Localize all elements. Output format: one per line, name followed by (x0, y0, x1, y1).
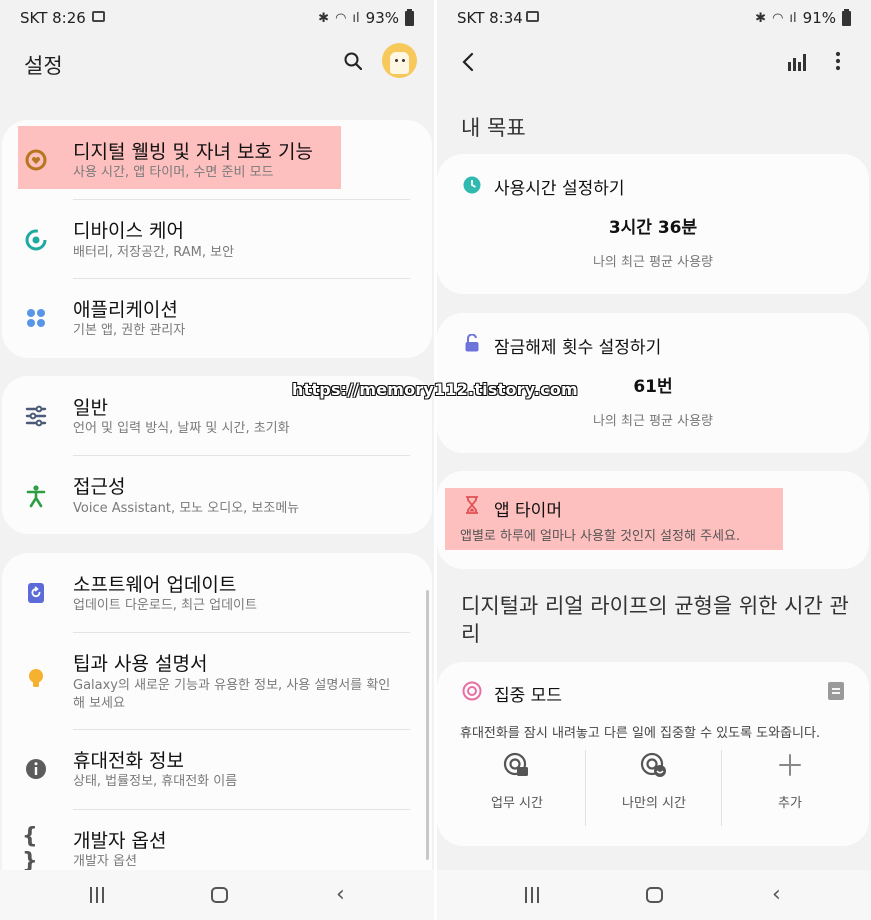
list-item-phone-info[interactable]: 휴대전화 정보 상태, 법률정보, 휴대전화 이름 (2, 729, 432, 809)
settings-group-1: 디지털 웰빙 및 자녀 보호 기능 사용 시간, 앱 타이머, 수면 준비 모드… (2, 120, 432, 358)
gallery-notification-icon (92, 11, 105, 22)
navigation-bar: ‹ (437, 870, 871, 920)
info-icon (22, 755, 50, 783)
back-arrow-icon[interactable] (461, 52, 475, 72)
unlocks-goal-label: 잠금해제 횟수 설정하기 (494, 338, 662, 358)
screen-time-value: 3시간 36분 (608, 218, 698, 238)
braces-icon: { } (22, 824, 38, 874)
focus-mode-card: 집중 모드 휴대전화를 잠시 내려놓고 다른 일에 집중할 수 있도록 도와줍니… (437, 662, 869, 846)
accessibility-icon (22, 482, 50, 510)
my-time-button[interactable]: 나만의 시간 (594, 750, 714, 811)
lightbulb-icon (22, 665, 50, 693)
digital-wellbeing-icon (22, 146, 50, 174)
carrier-time: SKT 8:34 (457, 9, 523, 27)
scrollbar[interactable] (426, 590, 429, 860)
settings-screen: SKT 8:26 ✱ ◠ ıl 93% 설정 디지털 웰빙 및 자녀 보호 기능… (0, 0, 434, 920)
app-timer-description: 앱별로 하루에 얼마나 사용할 것인지 설정해 주세요. (460, 529, 741, 544)
status-bar: SKT 8:34 ✱ ◠ ıl 91% (437, 0, 871, 36)
navigation-bar: ‹ (0, 870, 434, 920)
status-bar: SKT 8:26 ✱ ◠ ıl 93% (0, 0, 434, 36)
list-item-software-update[interactable]: 소프트웨어 업데이트 업데이트 다운로드, 최근 업데이트 (2, 553, 432, 633)
app-timer-label: 앱 타이머 (494, 501, 562, 521)
screen-time-goal-label: 사용시간 설정하기 (494, 179, 625, 199)
add-focus-mode-button[interactable]: 추가 (730, 750, 850, 811)
focus-mode-description: 휴대전화를 잠시 내려놓고 다른 일에 집중할 수 있도록 도와줍니다. (460, 726, 821, 741)
page-title: 설정 (24, 54, 63, 78)
app-timer-card[interactable]: 앱 타이머 앱별로 하루에 얼마나 사용할 것인지 설정해 주세요. (437, 471, 869, 569)
screen-time-goal-card[interactable]: 사용시간 설정하기 3시간 36분 나의 최근 평균 사용량 (437, 154, 869, 294)
bluetooth-icon: ✱ (755, 10, 767, 26)
search-icon[interactable] (344, 52, 362, 70)
home-button[interactable] (211, 887, 228, 903)
avatar[interactable] (382, 43, 417, 78)
hourglass-icon (466, 496, 478, 514)
back-button[interactable]: ‹ (336, 884, 345, 906)
signal-icon: ıl (352, 10, 360, 26)
unlock-icon (465, 334, 479, 352)
work-time-label: 업무 시간 (491, 796, 543, 811)
back-button[interactable]: ‹ (772, 884, 781, 906)
battery-percent: 93% (365, 9, 399, 27)
my-time-smile-icon (640, 752, 666, 777)
signal-icon: ıl (789, 10, 797, 26)
recent-apps-button[interactable] (525, 887, 541, 903)
list-item-accessibility[interactable]: 접근성 Voice Assistant, 모노 오디오, 보조메뉴 (2, 456, 432, 536)
focus-target-icon (462, 681, 482, 701)
battery-percent: 91% (802, 9, 836, 27)
section-title-my-goals: 내 목표 (461, 116, 526, 140)
settings-group-2: 일반 언어 및 입력 방식, 날짜 및 시간, 초기화 접근성 Voice As… (2, 376, 432, 534)
focus-list-icon[interactable] (827, 681, 845, 701)
apps-grid-icon (22, 304, 50, 332)
screen-time-caption: 나의 최근 평균 사용량 (592, 255, 714, 270)
list-item-digital-wellbeing[interactable]: 디지털 웰빙 및 자녀 보호 기능 사용 시간, 앱 타이머, 수면 준비 모드 (2, 120, 432, 200)
wifi-icon: ◠ (772, 10, 784, 26)
home-button[interactable] (646, 887, 663, 903)
my-time-label: 나만의 시간 (622, 796, 686, 811)
battery-icon (405, 8, 414, 26)
plus-icon (779, 754, 801, 776)
list-item-applications[interactable]: 애플리케이션 기본 앱, 권한 관리자 (2, 278, 432, 358)
add-label: 추가 (778, 796, 802, 811)
clock-icon (463, 176, 481, 194)
list-item-device-care[interactable]: 디바이스 케어 배터리, 저장공간, RAM, 보안 (2, 200, 432, 280)
carrier-time: SKT 8:26 (20, 9, 86, 27)
battery-icon (842, 8, 851, 26)
wifi-icon: ◠ (335, 10, 347, 26)
bluetooth-icon: ✱ (318, 10, 330, 26)
gallery-notification-icon (526, 11, 539, 22)
recent-apps-button[interactable] (90, 887, 106, 903)
software-update-icon (22, 579, 50, 607)
section-title-balance: 디지털과 리얼 라이프의 균형을 위한 시간 관리 (461, 594, 849, 646)
list-item-tips[interactable]: 팁과 사용 설명서 Galaxy의 새로운 기능과 유용한 정보, 사용 설명서… (2, 633, 432, 731)
work-time-button[interactable]: 업무 시간 (457, 750, 577, 811)
bar-chart-icon[interactable] (787, 52, 807, 72)
focus-mode-label: 집중 모드 (494, 686, 562, 706)
digital-wellbeing-screen: SKT 8:34 ✱ ◠ ıl 91% 내 목표 사용시간 설정하기 3시간 3… (437, 0, 871, 920)
watermark-url: https://memory112.tistory.com (292, 380, 578, 399)
sliders-icon (22, 402, 50, 430)
more-options-icon[interactable] (835, 51, 841, 71)
settings-group-3: 소프트웨어 업데이트 업데이트 다운로드, 최근 업데이트 팁과 사용 설명서 … (2, 553, 432, 893)
work-briefcase-icon (503, 752, 528, 776)
unlocks-caption: 나의 최근 평균 사용량 (592, 414, 714, 429)
device-care-icon (22, 226, 50, 254)
